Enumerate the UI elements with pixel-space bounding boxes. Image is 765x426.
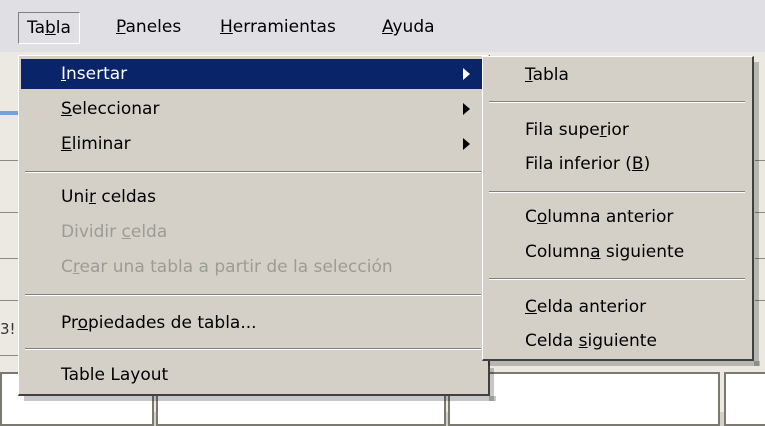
menu-ayuda-label-accel: A xyxy=(382,17,393,37)
submenu-item-columna-siguiente-label: Columna siguiente xyxy=(525,242,685,262)
menu-item-table-layout[interactable]: Table Layout xyxy=(21,360,485,390)
menu-ayuda-label-post: yuda xyxy=(392,17,435,37)
submenu-item-tabla-label: Tabla xyxy=(525,65,569,85)
menubar: Tabla Paneles Herramientas Ayuda xyxy=(0,0,765,53)
menu-tabla-label-accel: b xyxy=(45,18,56,38)
submenu-arrow-icon xyxy=(463,138,470,150)
menu-item-unir-celdas-label: Unir celdas xyxy=(61,187,156,207)
menu-shadow xyxy=(24,396,496,401)
document-table-cell xyxy=(724,372,765,426)
submenu-item-celda-anterior-label: Celda anterior xyxy=(525,297,647,317)
menu-item-crear-tabla-seleccion-label: Crear una tabla a partir de la selección xyxy=(61,257,393,277)
menu-item-unir-celdas[interactable]: Unir celdas xyxy=(21,182,485,212)
menu-herramientas-label-post: erramientas xyxy=(232,17,336,37)
menu-item-table-layout-label: Table Layout xyxy=(61,365,169,385)
menu-separator xyxy=(489,278,745,280)
menu-separator xyxy=(25,348,481,350)
menu-item-dividir-celda: Dividir celda xyxy=(21,217,485,247)
menu-item-eliminar[interactable]: Eliminar xyxy=(21,129,485,159)
menu-item-propiedades-tabla-label: Propiedades de tabla... xyxy=(61,313,257,333)
menu-shadow xyxy=(488,361,760,366)
submenu-item-celda-siguiente[interactable]: Celda siguiente xyxy=(485,326,749,356)
menu-paneles-label-accel: P xyxy=(116,17,126,37)
menu-item-seleccionar-label: Seleccionar xyxy=(61,99,160,119)
menu-item-dividir-celda-label: Dividir celda xyxy=(61,222,168,242)
submenu-arrow-icon xyxy=(463,68,470,80)
menu-herramientas[interactable]: Herramientas xyxy=(212,12,344,42)
submenu-item-fila-superior-label: Fila superior xyxy=(525,120,629,140)
submenu-item-columna-siguiente[interactable]: Columna siguiente xyxy=(485,237,749,267)
submenu-item-celda-anterior[interactable]: Celda anterior xyxy=(485,292,749,322)
menu-tabla[interactable]: Tabla xyxy=(18,12,80,44)
menu-herramientas-label-accel: H xyxy=(220,17,233,37)
submenu-item-fila-inferior[interactable]: Fila inferior (B) xyxy=(485,149,749,179)
insertar-submenu: Tabla Fila superior Fila inferior (B) Co… xyxy=(482,56,754,361)
menu-shadow xyxy=(754,62,759,366)
menu-tabla-label-pre: Ta xyxy=(27,18,45,38)
menu-separator xyxy=(25,171,481,173)
submenu-item-tabla[interactable]: Tabla xyxy=(485,60,749,90)
menu-item-insertar[interactable]: Insertar xyxy=(21,59,485,89)
submenu-item-columna-anterior[interactable]: Columna anterior xyxy=(485,202,749,232)
menu-ayuda[interactable]: Ayuda xyxy=(374,12,443,42)
menu-item-seleccionar[interactable]: Seleccionar xyxy=(21,94,485,124)
submenu-arrow-icon xyxy=(463,103,470,115)
menu-item-eliminar-label: Eliminar xyxy=(61,134,131,154)
submenu-item-columna-anterior-label: Columna anterior xyxy=(525,207,674,227)
menu-separator xyxy=(489,101,745,103)
menu-tabla-label-post: la xyxy=(55,18,71,38)
menu-paneles-label-post: aneles xyxy=(125,17,182,37)
submenu-item-fila-superior[interactable]: Fila superior xyxy=(485,115,749,145)
menu-paneles[interactable]: Paneles xyxy=(108,12,189,42)
menu-separator xyxy=(25,294,481,296)
menu-item-insertar-label: Insertar xyxy=(61,64,128,84)
menu-item-propiedades-tabla[interactable]: Propiedades de tabla... xyxy=(21,308,485,338)
background-text-fragment: 3! xyxy=(0,320,16,338)
submenu-item-celda-siguiente-label: Celda siguiente xyxy=(525,331,657,351)
tabla-dropdown-menu: Insertar Seleccionar Eliminar Unir celda… xyxy=(18,55,490,396)
submenu-item-fila-inferior-label: Fila inferior (B) xyxy=(525,154,651,174)
menu-item-crear-tabla-seleccion: Crear una tabla a partir de la selección xyxy=(21,252,485,282)
menu-separator xyxy=(489,191,745,193)
